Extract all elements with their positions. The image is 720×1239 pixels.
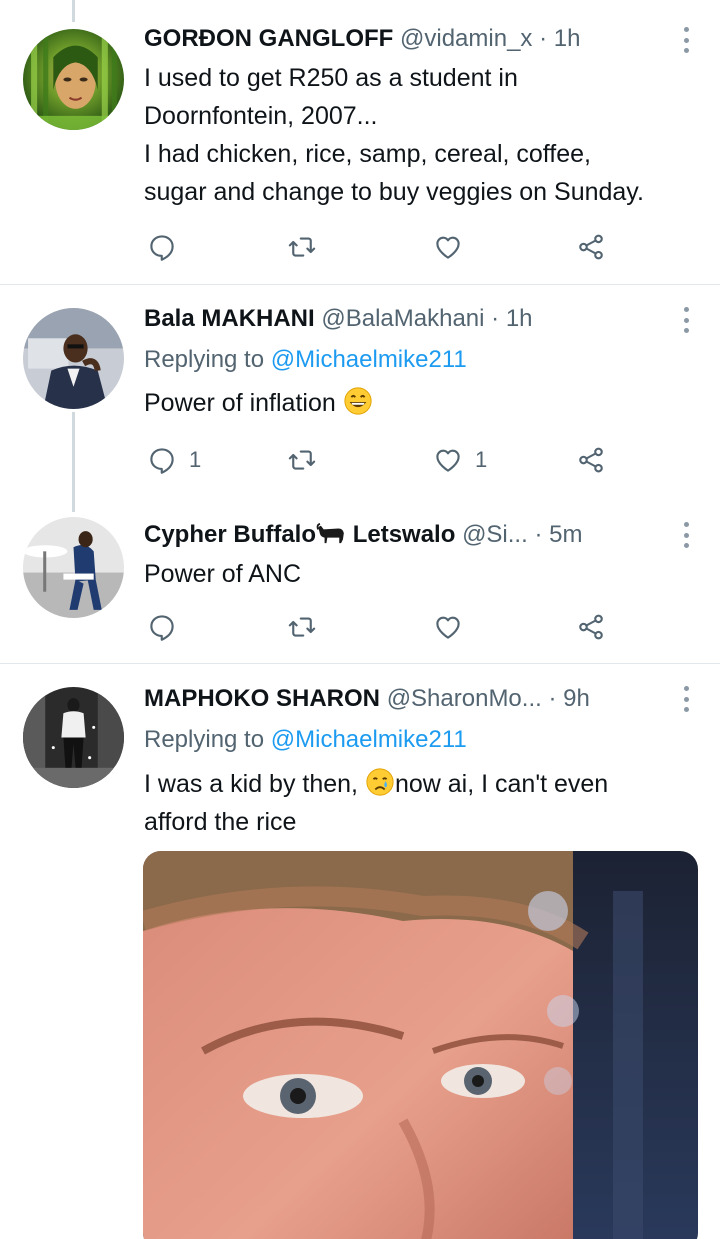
retweet-icon [288,237,316,257]
tweet-header: MAPHOKO SHARON @SharonMo... · 9h [144,682,680,716]
tweet-text: Power of inflation [144,384,700,422]
tweet-text-line: I had chicken, rice, samp, cereal, coffe… [144,140,591,168]
tweet-text-content-continued: now ai, I can't even [394,770,609,798]
tweet-header: Bala MAKHANI @BalaMakhani · 1h [144,302,680,336]
separator-dot: · [539,25,548,52]
tweet-text-line: Doornfontein, 2007... [144,102,378,130]
share-icon [579,234,603,260]
action-bar [144,230,624,264]
share-icon [579,447,603,473]
tweet-text: I was a kid by then, now ai, I can't eve… [144,765,700,841]
tweet-text: I used to get R250 as a student in Doorn… [144,59,700,211]
share-button[interactable] [576,230,606,264]
avatar-image [23,517,124,618]
replying-to: Replying to @Michaelmike211 [144,343,467,377]
more-options-icon[interactable] [682,27,690,53]
user-handle[interactable]: @BalaMakhani [321,305,484,332]
like-button[interactable]: 1 [433,443,487,477]
like-button[interactable] [433,610,463,644]
separator-dot: · [534,521,543,548]
heart-icon [436,236,460,259]
grinning-emoji-icon [344,387,372,415]
tweet-cypher[interactable]: Cypher Buffalo Letswalo @Si... · 5m Powe… [0,500,720,663]
timestamp[interactable]: 1h [506,305,533,332]
tweet-text-content: I was a kid by then, [144,770,359,798]
avatar-image [23,687,124,788]
action-bar [144,610,624,644]
tweet-text-content: Power of inflation [144,389,336,417]
share-icon [579,614,603,640]
reply-button[interactable]: 1 [147,443,201,477]
heart-icon [436,449,460,472]
tweet-header: Cypher Buffalo Letswalo @Si... · 5m [144,518,680,552]
display-name[interactable]: Bala MAKHANI [144,305,315,332]
display-name[interactable]: GORÐON GANGLOFF [144,25,393,52]
display-name[interactable]: MAPHOKO SHARON [144,685,380,712]
retweet-button[interactable] [287,443,317,477]
reply-icon [150,235,174,261]
more-options-icon[interactable] [682,307,690,333]
reply-button[interactable] [147,610,177,644]
retweet-icon [288,450,316,470]
reply-count: 1 [189,447,202,472]
share-button[interactable] [576,443,606,477]
like-count: 1 [475,447,488,472]
replying-to-label: Replying to [144,726,265,753]
retweet-button[interactable] [287,230,317,264]
timestamp[interactable]: 5m [549,521,582,548]
tweet-header: GORÐON GANGLOFF @vidamin_x · 1h [144,22,680,56]
replying-to: Replying to @Michaelmike211 [144,723,467,757]
tweet-text-line: afford the rice [144,808,297,836]
tweet-text: Power of ANC [144,555,700,593]
retweet-icon [288,617,316,637]
heart-icon [436,616,460,639]
tweet-text-line: sugar and change to buy veggies on Sunda… [144,178,644,206]
avatar[interactable] [23,517,124,618]
action-bar: 1 1 [144,443,624,477]
avatar-image [23,308,124,409]
tweet-bala[interactable]: Bala MAKHANI @BalaMakhani · 1h Replying … [0,285,720,500]
user-handle[interactable]: @vidamin_x [400,25,532,52]
tweet-text-line: I used to get R250 as a student in [144,64,518,92]
avatar[interactable] [23,687,124,788]
reply-icon [150,448,174,474]
avatar[interactable] [23,308,124,409]
display-name[interactable]: Cypher Buffalo [144,521,316,548]
separator-dot: · [491,305,500,332]
timestamp[interactable]: 9h [563,685,590,712]
water-buffalo-emoji-icon [316,523,344,544]
reply-button[interactable] [147,230,177,264]
like-button[interactable] [433,230,463,264]
tweet-gordon[interactable]: GORÐON GANGLOFF @vidamin_x · 1h I used t… [0,0,720,284]
retweet-button[interactable] [287,610,317,644]
avatar[interactable] [23,29,124,130]
tweet-media-image[interactable] [143,851,698,1239]
media-image [143,851,698,1239]
tweet-text-content: Power of ANC [144,560,302,588]
timestamp[interactable]: 1h [554,25,581,52]
user-handle[interactable]: @SharonMo... [387,685,542,712]
replying-to-label: Replying to [144,346,265,373]
more-options-icon[interactable] [682,686,690,712]
crying-face-emoji-icon [366,768,394,796]
avatar-image [23,29,124,130]
share-button[interactable] [576,610,606,644]
mention-link[interactable]: @Michaelmike211 [271,346,467,373]
separator-dot: · [548,685,557,712]
display-name-suffix[interactable]: Letswalo [353,521,456,548]
more-options-icon[interactable] [682,522,690,548]
user-handle[interactable]: @Si... [462,521,528,548]
mention-link[interactable]: @Michaelmike211 [271,726,467,753]
reply-icon [150,615,174,641]
